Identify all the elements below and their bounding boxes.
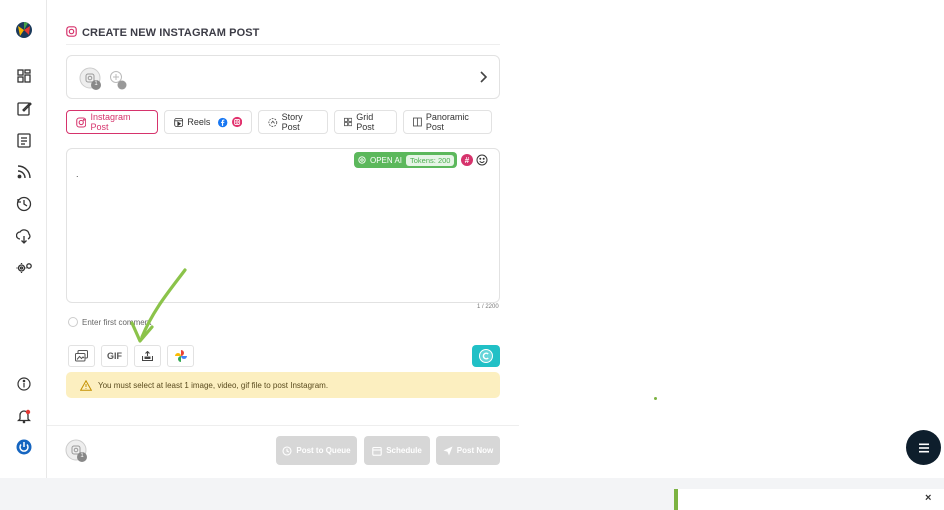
openai-icon — [358, 156, 366, 164]
caption-text: . — [76, 169, 79, 179]
preview-area — [519, 0, 944, 478]
power-icon[interactable] — [14, 437, 34, 457]
tab-panoramic-post[interactable]: Panoramic Post — [403, 110, 492, 134]
sidebar — [0, 0, 47, 478]
tab-label: Instagram Post — [90, 112, 131, 132]
page-title-text: CREATE NEW INSTAGRAM POST — [82, 27, 260, 39]
grid-icon — [344, 117, 353, 127]
dashboard-icon[interactable] — [14, 66, 34, 86]
canva-button[interactable] — [472, 345, 500, 367]
tab-reels[interactable]: Reels — [164, 110, 252, 134]
tab-label: Reels — [187, 117, 211, 127]
tab-story-post[interactable]: Story Post — [258, 110, 328, 134]
panoramic-icon — [413, 117, 422, 127]
warning-text: You must select at least 1 image, video,… — [98, 380, 329, 390]
story-icon — [268, 117, 278, 127]
app-logo-icon[interactable] — [14, 20, 34, 40]
notification-bell-icon[interactable] — [14, 406, 34, 426]
divider — [47, 425, 519, 426]
list-icon[interactable] — [14, 130, 34, 150]
notification-panel — [674, 489, 944, 510]
instagram-icon — [76, 117, 87, 127]
instagram-icon — [66, 26, 77, 40]
loading-indicator — [654, 397, 657, 400]
tab-grid-post[interactable]: Grid Post — [334, 110, 397, 134]
schedule-button[interactable]: Schedule — [364, 436, 430, 465]
warning-icon — [80, 379, 92, 391]
upload-icon — [142, 351, 153, 361]
tab-label: Panoramic Post — [425, 112, 469, 132]
compose-icon[interactable] — [14, 98, 34, 118]
calendar-icon — [372, 446, 382, 456]
tab-label: Grid Post — [356, 112, 375, 132]
reels-icon — [174, 117, 184, 127]
rss-icon[interactable] — [14, 162, 34, 182]
menu-icon — [918, 443, 929, 452]
tokens-badge: Tokens: 200 — [406, 154, 455, 166]
instagram-account-avatar[interactable]: 1 — [79, 67, 103, 96]
openai-button[interactable]: OPEN AI Tokens: 200 — [354, 152, 458, 168]
create-post-panel: CREATE NEW INSTAGRAM POST 1 Instagram Po… — [47, 0, 519, 478]
close-icon[interactable]: × — [925, 492, 931, 504]
divider — [66, 44, 500, 45]
hashtag-icon[interactable]: # — [461, 154, 473, 166]
tab-label: Story Post — [281, 112, 303, 132]
post-now-label: Post Now — [456, 446, 494, 455]
channel-connector-icon[interactable] — [108, 70, 128, 95]
schedule-cycle-icon[interactable] — [14, 194, 34, 214]
validation-warning: You must select at least 1 image, video,… — [66, 372, 500, 398]
hashtag-symbol: # — [464, 155, 470, 165]
character-counter: 1 / 2200 — [477, 304, 499, 310]
tab-instagram-post[interactable]: Instagram Post — [66, 110, 158, 134]
post-to-queue-button[interactable]: Post to Queue — [276, 436, 357, 465]
first-comment-toggle[interactable] — [68, 317, 78, 327]
images-icon — [75, 350, 88, 362]
settings-icon[interactable] — [14, 258, 34, 278]
cloud-download-icon[interactable] — [14, 226, 34, 246]
google-photos-icon — [174, 350, 187, 362]
chevron-right-icon[interactable] — [479, 70, 489, 89]
selected-account-badge-count: 1 — [80, 453, 84, 459]
post-to-queue-label: Post to Queue — [296, 446, 351, 455]
schedule-label: Schedule — [386, 446, 422, 455]
gif-label: GIF — [107, 351, 122, 361]
page-title: CREATE NEW INSTAGRAM POST — [66, 26, 259, 40]
emoji-icon[interactable] — [476, 153, 488, 171]
post-type-tabs: Instagram Post Reels Story Post Grid Pos… — [66, 110, 492, 134]
gif-button[interactable]: GIF — [101, 345, 128, 367]
menu-fab-button[interactable] — [906, 430, 941, 465]
account-selector[interactable]: 1 — [66, 55, 500, 99]
info-icon[interactable] — [14, 374, 34, 394]
annotation-arrow-icon — [130, 268, 187, 343]
canva-icon — [479, 349, 493, 363]
media-library-button[interactable] — [68, 345, 95, 367]
send-icon — [443, 446, 453, 455]
post-now-button[interactable]: Post Now — [436, 436, 500, 465]
selected-account-avatar[interactable]: 1 — [65, 439, 89, 468]
queue-icon — [282, 445, 292, 456]
facebook-icon — [218, 117, 228, 127]
account-badge-count: 1 — [94, 81, 98, 87]
openai-label: OPEN AI — [370, 155, 403, 165]
instagram-badge-icon — [231, 116, 242, 128]
